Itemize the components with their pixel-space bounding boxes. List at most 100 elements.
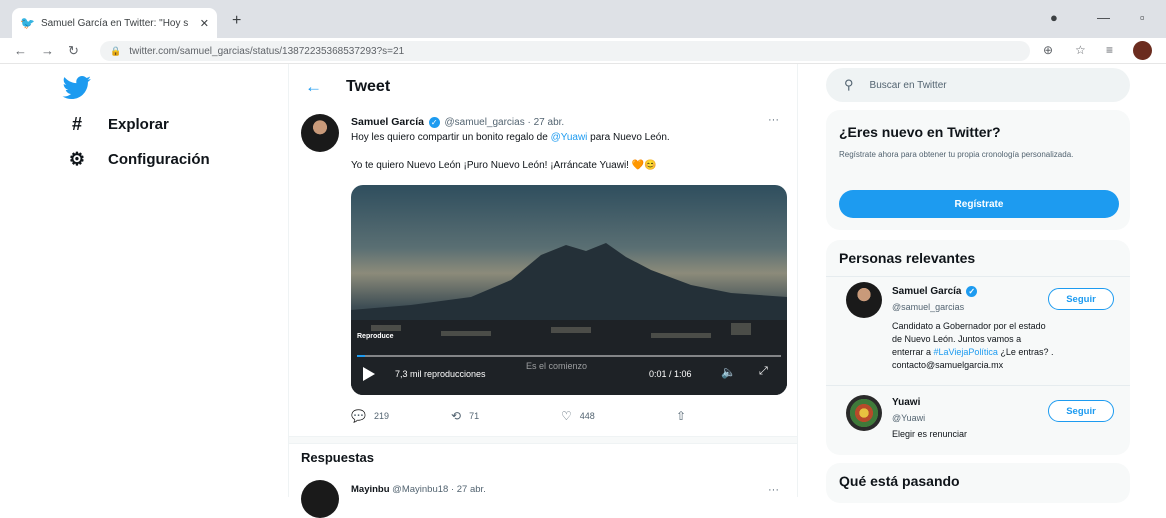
like-count: 448 <box>579 411 595 421</box>
account-icon[interactable]: ● <box>1050 10 1058 25</box>
reply-icon: 💬 <box>351 409 366 423</box>
reply-button[interactable]: 💬 219 <box>351 409 451 423</box>
new-tab-icon[interactable]: + <box>232 12 241 30</box>
person-avatar[interactable] <box>846 282 882 318</box>
bio-text: enterrar a <box>892 347 934 357</box>
reload-icon[interactable]: ↻ <box>68 43 79 59</box>
tweet-text: Hoy les quiero compartir un bonito regal… <box>351 132 551 143</box>
video-player[interactable]: Reproduce 7,3 mil reproducciones Es el c… <box>351 185 787 395</box>
signup-card: ¿Eres nuevo en Twitter? Regístrate ahora… <box>826 110 1130 230</box>
main-header: ← Tweet <box>289 64 797 110</box>
relevant-title: Personas relevantes <box>839 250 976 266</box>
main-column: ← Tweet Samuel García ✓ @samuel_garcias … <box>288 64 798 518</box>
forward-icon[interactable]: → <box>41 43 54 58</box>
translate-icon[interactable]: ⊕ <box>1043 43 1053 57</box>
like-button[interactable]: ♡ 448 <box>561 409 676 423</box>
person-handle[interactable]: @Yuawi <box>892 413 925 423</box>
person-avatar[interactable] <box>846 395 882 431</box>
gear-icon: ⚙ <box>68 149 86 169</box>
minimize-icon[interactable]: — <box>1097 10 1110 25</box>
responses-heading: Respuestas <box>301 450 374 465</box>
back-arrow-icon[interactable]: ← <box>305 77 322 97</box>
person-bio: Candidato a Gobernador por el estado de … <box>892 320 1122 372</box>
section-divider <box>289 436 797 444</box>
url-field[interactable]: 🔒 twitter.com/samuel_garcias/status/1387… <box>100 41 1030 61</box>
verified-badge-icon: ✓ <box>428 116 440 128</box>
video-progress-bar[interactable] <box>357 355 781 357</box>
trending-card: Qué está pasando <box>826 463 1130 503</box>
tweet-text-line-2: Yo te quiero Nuevo León ¡Puro Nuevo León… <box>351 160 657 171</box>
reply-count: 219 <box>373 411 389 421</box>
reply-more-icon[interactable]: ··· <box>768 484 779 496</box>
search-placeholder: Buscar en Twitter <box>869 79 947 91</box>
follow-button[interactable]: Seguir <box>1048 288 1114 310</box>
author-avatar[interactable] <box>301 114 339 152</box>
bio-line: de Nuevo León. Juntos vamos a <box>892 334 1022 344</box>
more-options-icon[interactable]: ··· <box>768 114 779 126</box>
signup-button[interactable]: Regístrate <box>839 190 1119 218</box>
share-button[interactable]: ⇧ <box>676 409 694 423</box>
reply-author-meta[interactable]: @Mayinbu18 · 27 abr. <box>392 484 486 495</box>
reading-list-icon[interactable]: ≡ <box>1106 43 1113 57</box>
search-icon: ⚲ <box>844 77 854 92</box>
url-text: twitter.com/samuel_garcias/status/138722… <box>129 45 405 57</box>
nav-item-label: Explorar <box>108 116 169 133</box>
person-handle[interactable]: @samuel_garcias <box>892 302 964 312</box>
volume-icon[interactable]: 🔈 <box>721 365 736 379</box>
mention-link[interactable]: @Yuawi <box>551 132 588 143</box>
restore-icon[interactable]: ▫ <box>1140 10 1145 25</box>
twitter-logo-icon[interactable] <box>62 76 92 100</box>
bio-text: ¿Le entras? . <box>997 347 1054 357</box>
tweet-text: para Nuevo León. <box>587 132 670 143</box>
person-name[interactable]: Yuawi <box>892 397 920 408</box>
close-tab-icon[interactable]: ✕ <box>200 17 209 30</box>
author-name[interactable]: Samuel García <box>351 116 424 128</box>
page-title: Tweet <box>346 78 391 95</box>
relevant-people-card: Personas relevantes Samuel García ✓ @sam… <box>826 240 1130 455</box>
retweet-count: 71 <box>469 411 480 421</box>
video-time: 0:01 / 1:06 <box>649 369 692 379</box>
person-name[interactable]: Samuel García ✓ <box>892 286 979 297</box>
heart-icon: ♡ <box>561 409 572 423</box>
divider <box>826 385 1130 386</box>
divider <box>826 276 1130 277</box>
share-icon: ⇧ <box>676 409 687 423</box>
bio-line: contacto@samuelgarcia.mx <box>892 360 1004 370</box>
person-name-text: Samuel García <box>892 286 962 298</box>
lock-icon: 🔒 <box>110 45 122 56</box>
tab-title: Samuel García en Twitter: "Hoy s <box>40 17 189 29</box>
nav-item-explore[interactable]: # Explorar <box>62 114 169 135</box>
play-icon[interactable] <box>363 367 375 381</box>
signup-description: Regístrate ahora para obtener tu propia … <box>839 150 1074 159</box>
browser-tab-strip: 🐦 Samuel García en Twitter: "Hoy s ✕ + ●… <box>0 0 1166 38</box>
bio-line: enterrar a #LaViejaPolítica ¿Le entras? … <box>892 346 1122 359</box>
follow-button[interactable]: Seguir <box>1048 400 1114 422</box>
bio-line: Candidato a Gobernador por el estado <box>892 321 1046 331</box>
retweet-button[interactable]: ⟲ 71 <box>451 409 561 423</box>
reply-author-name[interactable]: Mayinbu <box>351 484 390 495</box>
search-input[interactable]: ⚲ Buscar en Twitter <box>826 68 1130 102</box>
author-handle-date[interactable]: @samuel_garcias · 27 abr. <box>445 117 565 128</box>
twitter-favicon-icon: 🐦 <box>20 16 35 30</box>
video-label: Reproduce <box>357 333 394 340</box>
address-bar-row: ← → ↻ 🔒 twitter.com/samuel_garcias/statu… <box>0 38 1166 64</box>
trending-title: Qué está pasando <box>839 473 960 489</box>
browser-tab[interactable]: 🐦 Samuel García en Twitter: "Hoy s ✕ <box>12 8 217 38</box>
person-bio: Elegir es renunciar <box>892 429 968 439</box>
fullscreen-icon[interactable]: ⤢ <box>759 365 768 378</box>
nav-item-settings[interactable]: ⚙ Configuración <box>62 149 210 170</box>
video-views: 7,3 mil reproducciones <box>395 369 486 379</box>
signup-title: ¿Eres nuevo en Twitter? <box>839 124 1001 140</box>
tweet-actions: 💬 219 ⟲ 71 ♡ 448 ⇧ <box>351 409 751 423</box>
tweet-text-line-1: Hoy les quiero compartir un bonito regal… <box>351 132 670 143</box>
nav-item-label: Configuración <box>108 151 210 168</box>
profile-avatar[interactable] <box>1133 41 1152 60</box>
verified-badge-icon: ✓ <box>966 286 978 297</box>
reply-avatar[interactable] <box>301 480 339 518</box>
hashtag-icon: # <box>71 114 82 134</box>
bookmark-star-icon[interactable]: ☆ <box>1075 43 1086 57</box>
retweet-icon: ⟲ <box>451 409 462 423</box>
tweet-author-line: Samuel García ✓ @samuel_garcias · 27 abr… <box>351 116 564 128</box>
hashtag-link[interactable]: #LaViejaPolítica <box>934 347 998 357</box>
back-icon[interactable]: ← <box>14 43 27 58</box>
